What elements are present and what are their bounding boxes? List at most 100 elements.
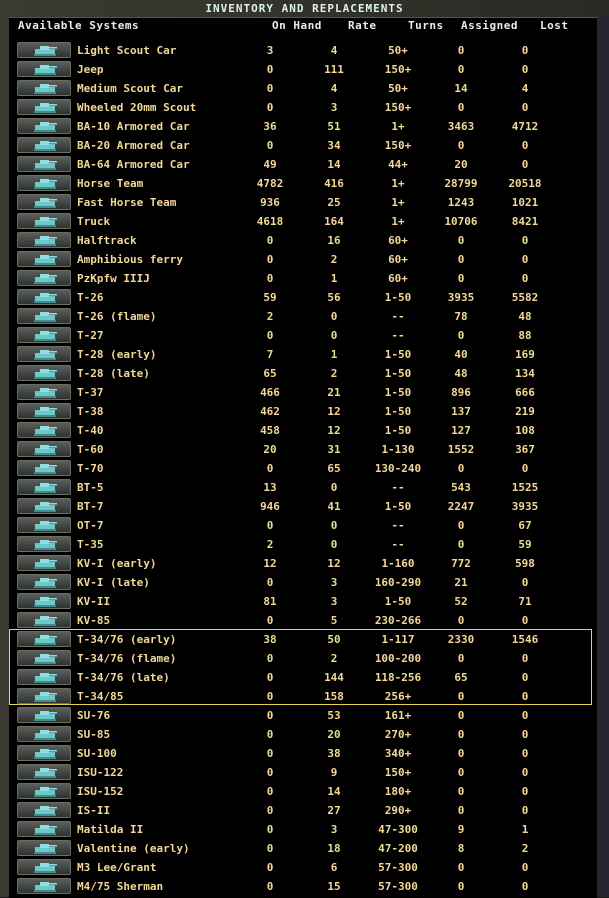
table-row[interactable]: BA-20 Armored Car 0 34 150+ 0 0 bbox=[9, 136, 597, 155]
table-row[interactable]: Medium Scout Car 0 4 50+ 14 4 bbox=[9, 79, 597, 98]
unit-name: T-37 bbox=[77, 386, 104, 399]
unit-button[interactable] bbox=[17, 498, 71, 514]
table-row[interactable]: BT-7 946 41 1-50 2247 3935 bbox=[9, 497, 597, 516]
table-row[interactable]: KV-85 0 5 230-266 0 0 bbox=[9, 611, 597, 630]
table-row[interactable]: T-34/76 (early) 38 50 1-117 2330 1546 bbox=[9, 630, 597, 649]
header-turns: Turns bbox=[408, 19, 444, 32]
unit-button[interactable] bbox=[17, 840, 71, 856]
table-row[interactable]: T-34/85 0 158 256+ 0 0 bbox=[9, 687, 597, 706]
unit-button[interactable] bbox=[17, 536, 71, 552]
unit-button[interactable] bbox=[17, 612, 71, 628]
table-row[interactable]: PzKpfw IIIJ 0 1 60+ 0 0 bbox=[9, 269, 597, 288]
unit-button[interactable] bbox=[17, 118, 71, 134]
scrollbar[interactable] bbox=[598, 17, 609, 897]
unit-button[interactable] bbox=[17, 61, 71, 77]
unit-button[interactable] bbox=[17, 745, 71, 761]
table-row[interactable]: Fast Horse Team 936 25 1+ 1243 1021 bbox=[9, 193, 597, 212]
unit-button[interactable] bbox=[17, 42, 71, 58]
table-row[interactable]: T-34/76 (late) 0 144 118-256 65 0 bbox=[9, 668, 597, 687]
unit-button[interactable] bbox=[17, 650, 71, 666]
unit-button[interactable] bbox=[17, 726, 71, 742]
table-row[interactable]: KV-I (early) 12 12 1-160 772 598 bbox=[9, 554, 597, 573]
table-row[interactable]: OT-7 0 0 -- 0 67 bbox=[9, 516, 597, 535]
table-row[interactable]: Halftrack 0 16 60+ 0 0 bbox=[9, 231, 597, 250]
unit-button[interactable] bbox=[17, 764, 71, 780]
cell-assigned: 78 bbox=[454, 310, 468, 323]
unit-button[interactable] bbox=[17, 859, 71, 875]
unit-button[interactable] bbox=[17, 631, 71, 647]
unit-button[interactable] bbox=[17, 403, 71, 419]
unit-button[interactable] bbox=[17, 327, 71, 343]
table-row[interactable]: KV-I (late) 0 3 160-290 21 0 bbox=[9, 573, 597, 592]
table-row[interactable]: T-34/76 (flame) 0 2 100-200 0 0 bbox=[9, 649, 597, 668]
unit-button[interactable] bbox=[17, 156, 71, 172]
unit-button[interactable] bbox=[17, 669, 71, 685]
table-row[interactable]: M4/75 Sherman 0 15 57-300 0 0 bbox=[9, 877, 597, 896]
table-row[interactable]: Horse Team 4782 416 1+ 28799 20518 bbox=[9, 174, 597, 193]
cell-lost: 88 bbox=[518, 329, 532, 342]
table-row[interactable]: BA-10 Armored Car 36 51 1+ 3463 4712 bbox=[9, 117, 597, 136]
unit-button[interactable] bbox=[17, 802, 71, 818]
unit-button[interactable] bbox=[17, 384, 71, 400]
unit-button[interactable] bbox=[17, 308, 71, 324]
unit-button[interactable] bbox=[17, 707, 71, 723]
table-row[interactable]: T-26 59 56 1-50 3935 5582 bbox=[9, 288, 597, 307]
unit-button[interactable] bbox=[17, 365, 71, 381]
unit-button[interactable] bbox=[17, 194, 71, 210]
unit-button[interactable] bbox=[17, 574, 71, 590]
table-row[interactable]: Truck 4618 164 1+ 10706 8421 bbox=[9, 212, 597, 231]
unit-button[interactable] bbox=[17, 441, 71, 457]
unit-button[interactable] bbox=[17, 422, 71, 438]
table-row[interactable]: Amphibious ferry 0 2 60+ 0 0 bbox=[9, 250, 597, 269]
table-row[interactable]: ISU-122 0 9 150+ 0 0 bbox=[9, 763, 597, 782]
unit-button[interactable] bbox=[17, 175, 71, 191]
table-row[interactable]: T-40 458 12 1-50 127 108 bbox=[9, 421, 597, 440]
table-row[interactable]: T-26 (flame) 2 0 -- 78 48 bbox=[9, 307, 597, 326]
unit-button[interactable] bbox=[17, 251, 71, 267]
table-row[interactable]: BT-5 13 0 -- 543 1525 bbox=[9, 478, 597, 497]
unit-button[interactable] bbox=[17, 479, 71, 495]
unit-button[interactable] bbox=[17, 821, 71, 837]
unit-button[interactable] bbox=[17, 213, 71, 229]
unit-button[interactable] bbox=[17, 346, 71, 362]
table-row[interactable]: M3 Lee/Grant 0 6 57-300 0 0 bbox=[9, 858, 597, 877]
table-row[interactable]: T-70 0 65 130-240 0 0 bbox=[9, 459, 597, 478]
unit-button[interactable] bbox=[17, 878, 71, 894]
cell-turns: 1-130 bbox=[381, 443, 415, 456]
cell-assigned: 137 bbox=[451, 405, 471, 418]
table-row[interactable]: T-38 462 12 1-50 137 219 bbox=[9, 402, 597, 421]
table-row[interactable]: T-28 (early) 7 1 1-50 40 169 bbox=[9, 345, 597, 364]
unit-button[interactable] bbox=[17, 593, 71, 609]
cell-turns: 47-300 bbox=[378, 823, 418, 836]
unit-button[interactable] bbox=[17, 688, 71, 704]
table-row[interactable]: SU-76 0 53 161+ 0 0 bbox=[9, 706, 597, 725]
table-row[interactable]: ISU-152 0 14 180+ 0 0 bbox=[9, 782, 597, 801]
table-row[interactable]: Valentine (early) 0 18 47-200 8 2 bbox=[9, 839, 597, 858]
unit-button[interactable] bbox=[17, 555, 71, 571]
table-row[interactable]: BA-64 Armored Car 49 14 44+ 20 0 bbox=[9, 155, 597, 174]
table-row[interactable]: T-35 2 0 -- 0 59 bbox=[9, 535, 597, 554]
table-row[interactable]: Wheeled 20mm Scout 0 3 150+ 0 0 bbox=[9, 98, 597, 117]
cell-turns: 1+ bbox=[391, 120, 405, 133]
unit-button[interactable] bbox=[17, 783, 71, 799]
table-row[interactable]: Matilda II 0 3 47-300 9 1 bbox=[9, 820, 597, 839]
unit-button[interactable] bbox=[17, 137, 71, 153]
table-row[interactable]: IS-II 0 27 290+ 0 0 bbox=[9, 801, 597, 820]
unit-button[interactable] bbox=[17, 99, 71, 115]
table-row[interactable]: T-37 466 21 1-50 896 666 bbox=[9, 383, 597, 402]
table-row[interactable]: T-60 20 31 1-130 1552 367 bbox=[9, 440, 597, 459]
unit-button[interactable] bbox=[17, 270, 71, 286]
unit-button[interactable] bbox=[17, 80, 71, 96]
unit-button[interactable] bbox=[17, 289, 71, 305]
table-row[interactable]: T-27 0 0 -- 0 88 bbox=[9, 326, 597, 345]
table-row[interactable]: Light Scout Car 3 4 50+ 0 0 bbox=[9, 41, 597, 60]
table-row[interactable]: KV-II 81 3 1-50 52 71 bbox=[9, 592, 597, 611]
unit-button[interactable] bbox=[17, 460, 71, 476]
unit-button[interactable] bbox=[17, 517, 71, 533]
cell-assigned: 2247 bbox=[447, 500, 475, 513]
table-row[interactable]: T-28 (late) 65 2 1-50 48 134 bbox=[9, 364, 597, 383]
table-row[interactable]: SU-85 0 20 270+ 0 0 bbox=[9, 725, 597, 744]
unit-button[interactable] bbox=[17, 232, 71, 248]
table-row[interactable]: Jeep 0 111 150+ 0 0 bbox=[9, 60, 597, 79]
table-row[interactable]: SU-100 0 38 340+ 0 0 bbox=[9, 744, 597, 763]
